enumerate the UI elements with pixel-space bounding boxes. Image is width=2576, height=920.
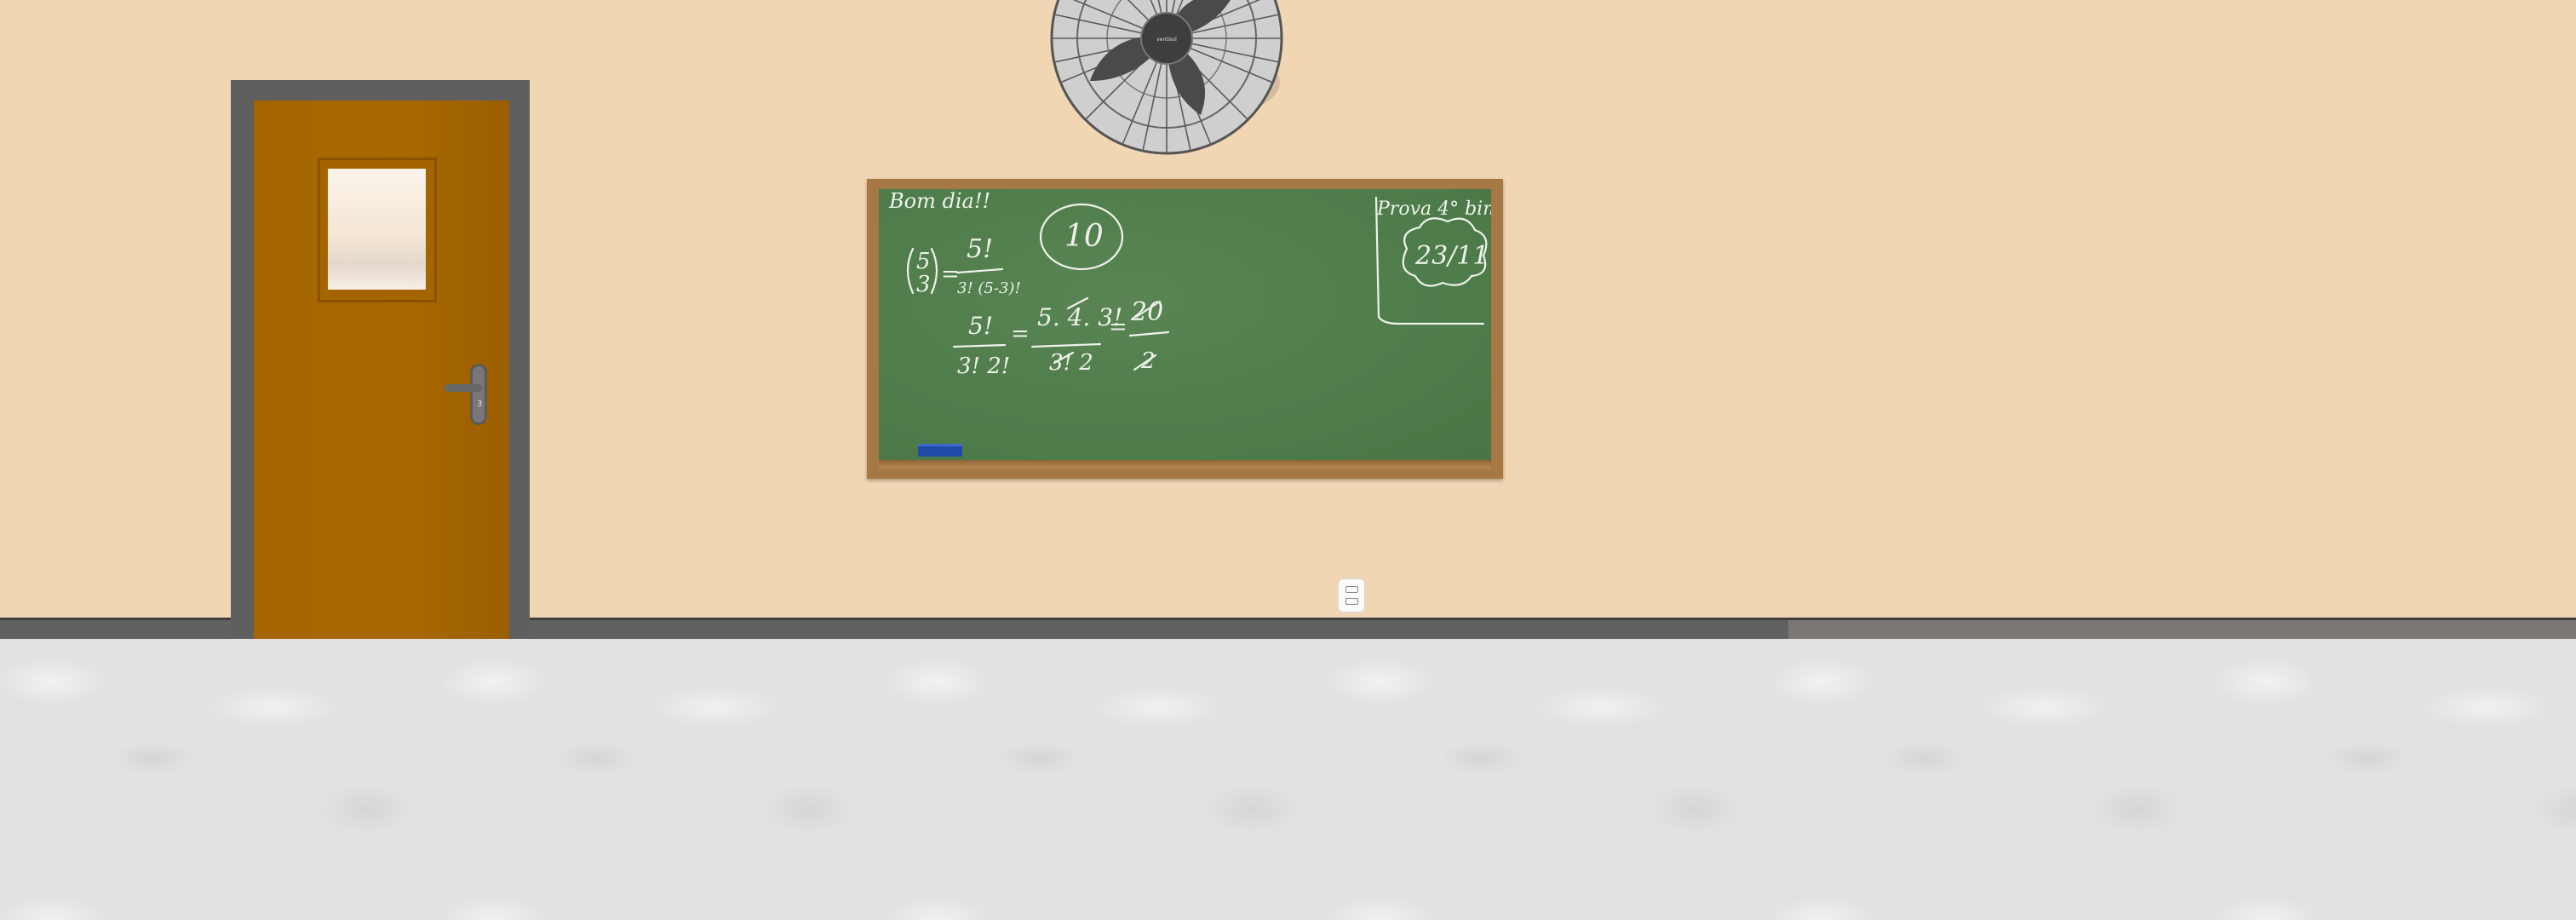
door-number: 3 bbox=[477, 400, 482, 409]
door-window bbox=[328, 169, 426, 290]
chalk-tray bbox=[879, 460, 1491, 469]
chalkboard[interactable] bbox=[879, 189, 1491, 460]
outlet-slot bbox=[1345, 586, 1358, 593]
outlet-slot bbox=[1345, 598, 1358, 605]
eraser[interactable] bbox=[918, 444, 962, 457]
fan-brand: ventisol bbox=[1156, 37, 1177, 43]
baseboard-segment bbox=[1788, 620, 2576, 639]
floor bbox=[0, 639, 2576, 920]
door-handle[interactable]: 3 bbox=[443, 362, 494, 426]
wall-fan[interactable]: ventisol bbox=[1047, 0, 1286, 166]
wall-outlet[interactable] bbox=[1338, 578, 1365, 612]
